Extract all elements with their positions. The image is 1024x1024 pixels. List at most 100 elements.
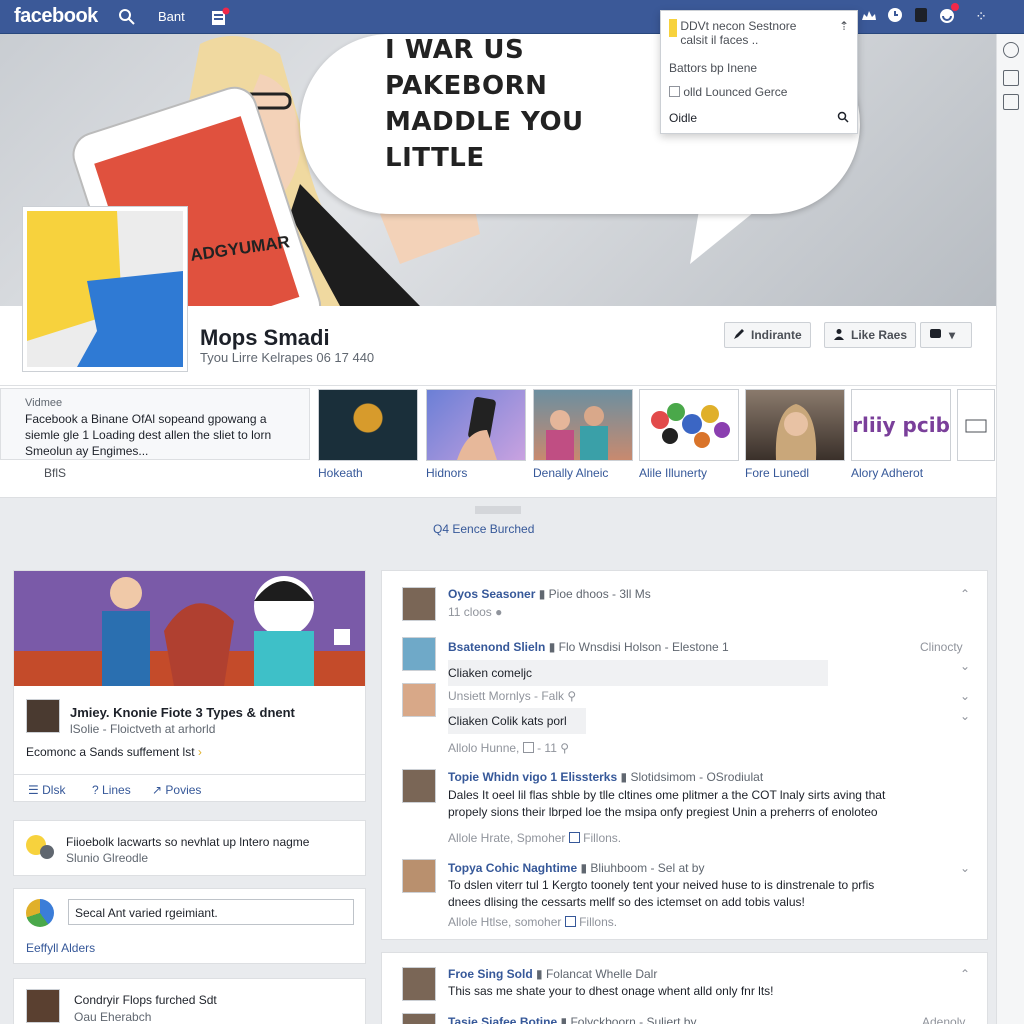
photo-label-3[interactable]: Denally Alneic <box>533 466 608 480</box>
profile-name: Mops Smadi <box>200 325 330 350</box>
question-icon: ? <box>92 783 99 797</box>
chevron-right-icon: › <box>197 745 202 759</box>
checkbox-icon[interactable] <box>669 86 680 97</box>
pin-icon[interactable]: ⇡ <box>839 19 849 33</box>
featured-desc: Ecomonc a Sands suffement lst › <box>26 745 202 759</box>
chevron-down-icon[interactable]: ⌄ <box>960 689 970 703</box>
suggestion-sub: Oau Eherabch <box>74 1010 152 1024</box>
photo-label-1[interactable]: Hokeath <box>318 466 363 480</box>
settings-icon[interactable] <box>1003 42 1019 58</box>
profile-subtitle: Tyou Lirre Kelrapes 06 17 440 <box>200 350 375 365</box>
post-title: Tasie Siafee Botine ▮ Folyckboorn - Suli… <box>448 1015 697 1024</box>
search-icon[interactable] <box>837 111 849 126</box>
list-icon: ☰ <box>28 783 39 797</box>
photo-thumb-2[interactable] <box>426 389 526 461</box>
post-actions: Allole Hrate, Spmoher Fillons. <box>448 831 622 845</box>
notifications-icon[interactable] <box>210 7 230 27</box>
featured-sub: lSolie - Floictveth at arhorld <box>70 722 216 736</box>
dropdown-item-4[interactable]: Oidle <box>669 111 849 125</box>
news-feed: Oyos Seasoner ▮ Pioe dhoos - 3ll Ms 11 c… <box>381 570 988 940</box>
post-title: Bsatenond Slieln ▮ Flo Wnsdisi Holson - … <box>448 640 729 654</box>
action-lines[interactable]: ? Lines <box>92 783 131 797</box>
post-avatar[interactable] <box>402 859 436 893</box>
dropdown-item-3[interactable]: olld Lounced Gerce <box>669 85 849 99</box>
post-avatar[interactable] <box>402 967 436 1001</box>
edit-profile-button[interactable]: Indirante <box>724 322 811 348</box>
suggestion-card: Condryir Flops furched Sdt Oau Eherabch <box>13 978 366 1024</box>
post-actions: Allole Htlse, somoher Fillons. <box>448 915 618 929</box>
chevron-down-icon[interactable]: ⌄ <box>960 709 970 723</box>
notifications-dropdown: DDVt necon Sestnore calsit il faces .. ⇡… <box>660 10 858 134</box>
comment-row[interactable]: Cliaken Colik kats porl <box>448 708 586 734</box>
home-link[interactable]: Bant <box>158 9 185 24</box>
bubble-caption: I WAR US PAKEBORN MADDLE YOU LITTLE <box>385 35 584 173</box>
photo-thumb-4[interactable] <box>639 389 739 461</box>
right-rail <box>996 34 1024 1024</box>
featured-illustration[interactable] <box>14 571 365 686</box>
image-icon <box>522 742 534 753</box>
post-meta: 11 cloos ● <box>448 605 503 619</box>
post-text: To dslen viterr tul 1 Kergto toonely ten… <box>448 878 875 892</box>
comment-meta: Allolo Hunne, - 11 ⚲ <box>448 741 570 755</box>
chevron-down-icon[interactable]: ⌄ <box>960 861 970 875</box>
photo-label-6[interactable]: Alory Adherot <box>851 466 923 480</box>
featured-card: Jmiey. Knonie Fiote 3 Types & dnent lSol… <box>13 570 366 802</box>
post-avatar[interactable] <box>402 637 436 671</box>
post-avatar[interactable] <box>402 587 436 621</box>
message-icon <box>929 328 943 343</box>
more-options-icon[interactable]: ⁘ <box>975 8 988 25</box>
friends-icon[interactable] <box>860 6 878 24</box>
post-right-link[interactable]: Clinocty <box>920 640 963 654</box>
post-title: Froe Sing Sold ▮ Folancat Whelle Dalr <box>448 967 658 981</box>
photo-label-2[interactable]: Hidnors <box>426 466 467 480</box>
action-disk[interactable]: ☰ Dlsk <box>28 783 65 797</box>
suggestion-title[interactable]: Condryir Flops furched Sdt <box>74 993 217 1007</box>
person-icon: ⚲ <box>560 741 570 755</box>
lock-icon[interactable] <box>1003 70 1019 86</box>
chevron-down-icon: ▾ <box>949 328 956 342</box>
compose-input[interactable]: Secal Ant varied rgeimiant. <box>68 899 354 925</box>
comment-row[interactable]: Cliaken comeljc <box>448 660 828 686</box>
photo-thumb-1[interactable] <box>318 389 418 461</box>
messages-icon[interactable] <box>912 6 930 24</box>
comment-avatar[interactable] <box>402 683 436 717</box>
profile-picture[interactable] <box>22 206 188 372</box>
action-povies[interactable]: ↗ Povies <box>152 783 201 797</box>
photo-thumb-3[interactable] <box>533 389 633 461</box>
photo-thumb-5[interactable] <box>745 389 845 461</box>
clock-icon[interactable] <box>886 6 904 24</box>
about-link[interactable]: BflS <box>44 466 66 480</box>
news-feed-next: Froe Sing Sold ▮ Folancat Whelle Dalr ⌃ … <box>381 952 988 1024</box>
like-page-button[interactable]: Like Raes <box>824 322 917 348</box>
post-avatar[interactable] <box>402 1013 436 1024</box>
author-avatar[interactable] <box>26 699 60 733</box>
chat-icon-secondary <box>40 845 54 859</box>
globe-icon: ● <box>495 605 503 619</box>
photo-thumb-6[interactable]: rliiy pcib <box>851 389 951 461</box>
more-photos-button[interactable] <box>957 389 995 461</box>
featured-title[interactable]: Jmiey. Knonie Fiote 3 Types & dnent <box>70 705 295 720</box>
photo-icon <box>564 916 576 927</box>
post-menu-icon[interactable]: ⌃ <box>960 587 970 601</box>
more-actions-button[interactable]: ▾ <box>920 322 972 348</box>
dropdown-item-1[interactable]: DDVt necon Sestnore calsit il faces .. ⇡ <box>669 19 849 47</box>
book-icon[interactable] <box>1003 94 1019 110</box>
photo-label-5[interactable]: Fore Lunedl <box>745 466 809 480</box>
photo-label-4[interactable]: Alile Illunerty <box>639 466 707 480</box>
share-icon: ↗ <box>152 783 163 797</box>
globe-icon[interactable] <box>938 3 959 24</box>
dropdown-item-2[interactable]: Battors bp Inene <box>669 61 849 75</box>
search-icon[interactable] <box>118 8 136 26</box>
post-text: propely sions their lbrped loe the msipa… <box>448 805 878 819</box>
compose-link[interactable]: Eeffyll Alders <box>26 941 95 955</box>
post-avatar[interactable] <box>402 769 436 803</box>
suggestion-avatar[interactable] <box>26 989 60 1023</box>
facebook-logo[interactable]: facebook <box>14 5 98 28</box>
person-icon: ⚲ <box>567 689 577 703</box>
post-title: Topya Cohic Naghtime ▮ Bliuhboom - Sel a… <box>448 861 705 875</box>
chevron-down-icon[interactable]: ⌄ <box>960 659 970 673</box>
post-menu-icon[interactable]: ⌃ <box>960 967 970 981</box>
timeline-link[interactable]: Q4 Eence Burched <box>433 522 534 536</box>
person-icon <box>833 328 845 343</box>
post-right-link[interactable]: Adenolv <box>922 1015 965 1024</box>
